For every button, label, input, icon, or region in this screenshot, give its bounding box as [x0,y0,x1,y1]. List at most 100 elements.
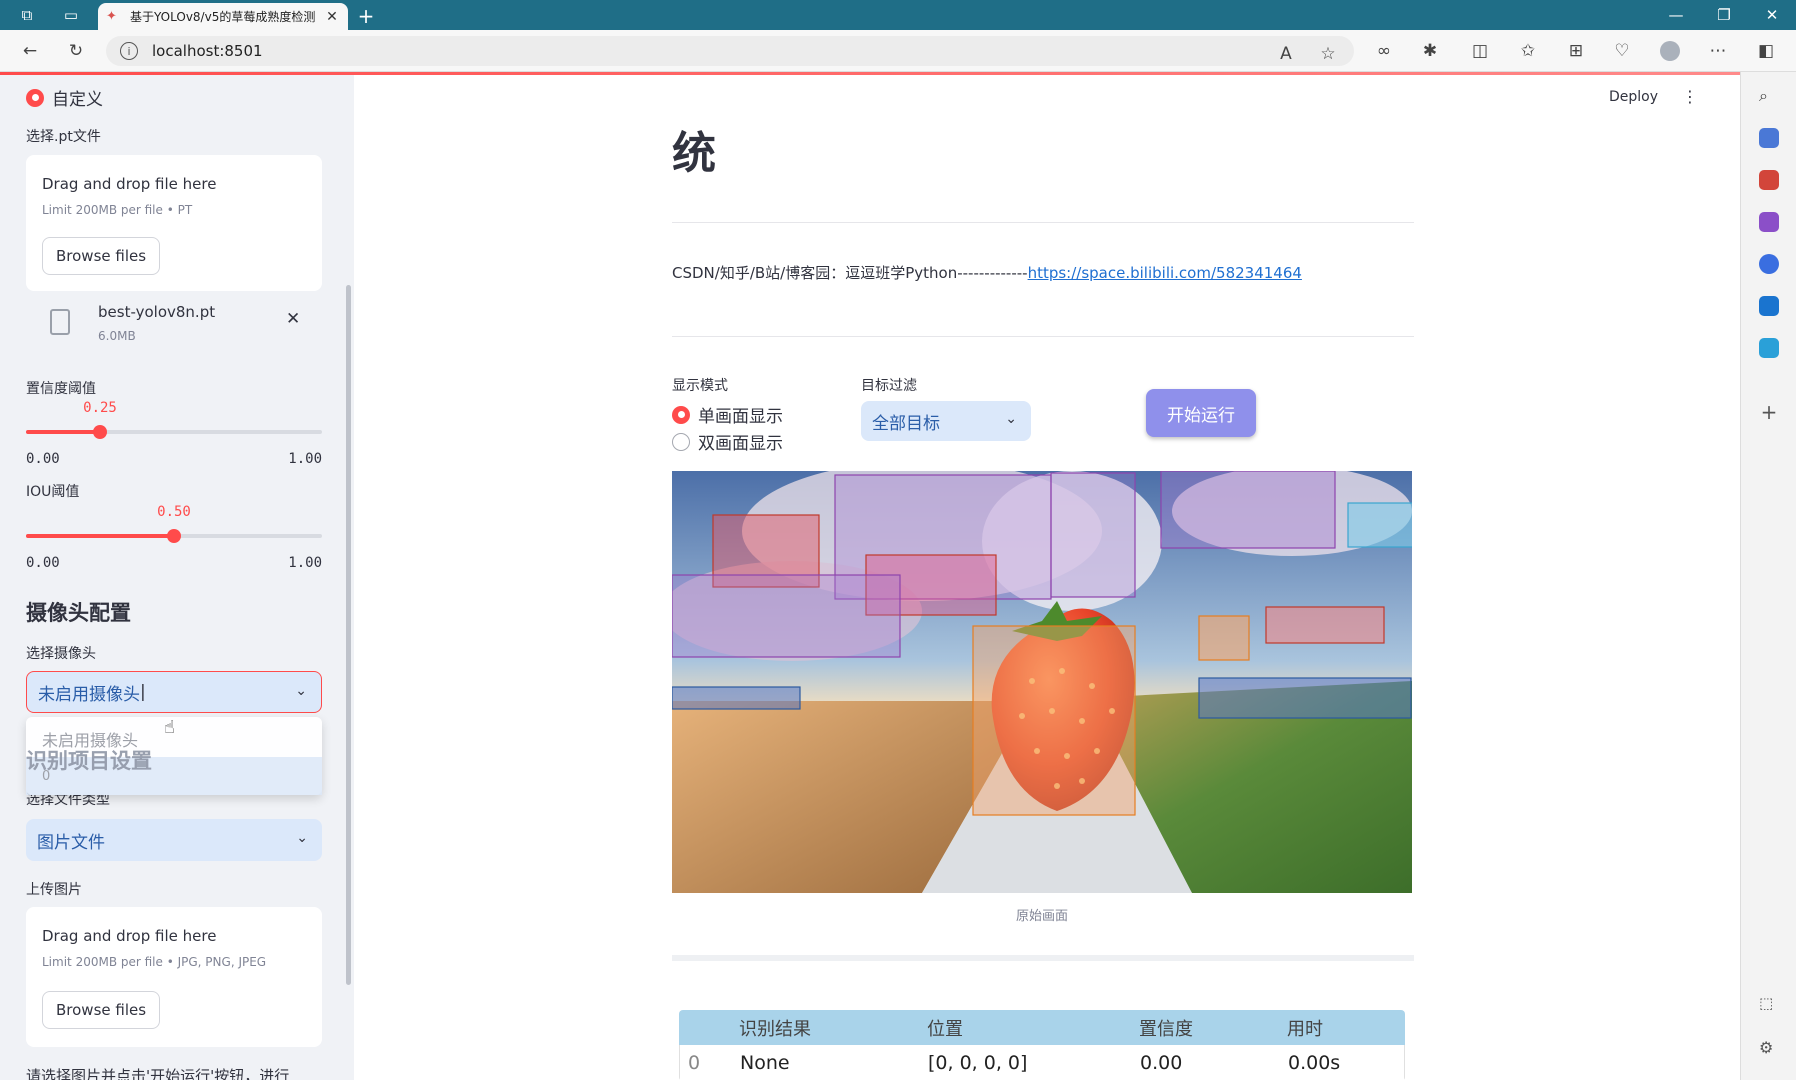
table-header-row: 识别结果 位置 置信度 用时 [679,1010,1405,1045]
search-icon[interactable]: ⌕ [1759,86,1779,106]
bilibili-link[interactable]: https://space.bilibili.com/582341464 [1028,264,1302,282]
display-mode-single-label: 单画面显示 [698,407,783,427]
file-type-select[interactable]: 图片文件 ⌄ [26,819,322,861]
shopping-tag-icon[interactable] [1759,128,1779,148]
credit-line: CSDN/知乎/B站/博客园：逗逗班学Python-------------ht… [672,262,1302,283]
read-aloud-icon[interactable]: A [1274,42,1298,66]
info-icon[interactable]: i [120,42,138,60]
close-tab-icon[interactable]: ✕ [324,9,340,25]
section-divider [672,955,1414,961]
page-title: 统 [672,128,716,179]
back-icon[interactable]: ← [18,39,42,63]
drop-icon[interactable] [1759,338,1779,358]
chevron-down-icon: ⌄ [1005,411,1017,427]
radio-selected-icon [672,405,690,424]
browser-tab[interactable]: ✦ 基于YOLOv8/v5的草莓成熟度检测 ✕ [98,3,348,30]
copilot-icon[interactable]: ∞ [1372,39,1396,63]
header-time[interactable]: 用时 [1277,1015,1405,1041]
slider-fill [26,534,174,538]
app-sidebar: 自定义 选择.pt文件 Drag and drop file here Limi… [0,75,354,1080]
restore-icon[interactable]: ❐ [1712,5,1736,25]
cell-result: None [740,1052,790,1074]
display-mode-label: 显示模式 [672,378,728,394]
iou-slider[interactable]: 0.50 0.00 1.00 [26,499,322,571]
results-table: 识别结果 位置 置信度 用时 0 None [0, 0, 0, 0] 0.00 … [679,1010,1405,1080]
cell-position: [0, 0, 0, 0] [928,1052,1028,1074]
iou-label: IOU阈值 [26,484,80,500]
browser-essentials-icon[interactable]: ♡ [1610,39,1634,63]
pt-drag-text: Drag and drop file here [42,175,217,193]
header-confidence[interactable]: 置信度 [1129,1015,1277,1041]
add-app-icon[interactable]: + [1759,402,1779,422]
file-icon [50,309,70,335]
close-window-icon[interactable]: ✕ [1760,5,1784,25]
microsoft-365-icon[interactable] [1759,254,1779,274]
image-browse-button[interactable]: Browse files [42,991,161,1029]
deploy-button[interactable]: Deploy [1609,89,1658,105]
outlook-icon[interactable] [1759,296,1779,316]
favorites-icon[interactable]: ✩ [1516,39,1540,63]
tab-actions-icon[interactable]: ▭ [60,5,82,25]
pt-browse-button[interactable]: Browse files [42,237,161,275]
more-menu-icon[interactable]: ⋯ [1706,39,1730,63]
display-mode-single[interactable]: 单画面显示 [672,402,783,427]
camera-select[interactable]: 未启用摄像头 | ⌄ [26,671,322,713]
image-drag-text: Drag and drop file here [42,927,217,945]
screenshot-icon[interactable]: ⬚ [1759,994,1779,1014]
slider-value: 0.25 [83,400,117,416]
detection-image [672,471,1412,893]
main-content: Deploy ⋮ 统 CSDN/知乎/B站/博客园：逗逗班学Python----… [354,75,1740,1080]
uploaded-file-size: 6.0MB [98,329,136,343]
image-file-uploader[interactable]: Drag and drop file here Limit 200MB per … [26,907,322,1047]
collections-icon[interactable]: ⊞ [1564,39,1588,63]
tab-title: 基于YOLOv8/v5的草莓成熟度检测 [130,10,316,24]
radio-selected-icon [26,88,44,107]
slider-min: 0.00 [26,555,60,571]
pt-limit-text: Limit 200MB per file • PT [42,203,193,217]
target-filter-select[interactable]: 全部目标 ⌄ [861,401,1031,441]
refresh-icon[interactable]: ↻ [64,39,88,63]
mouse-cursor-icon: ☝ [164,717,175,738]
strawberry-field-image [672,471,1412,893]
model-radio-label: 自定义 [52,90,103,110]
pt-file-uploader[interactable]: Drag and drop file here Limit 200MB per … [26,155,322,291]
chevron-down-icon: ⌄ [295,683,307,699]
confidence-slider[interactable]: 0.25 0.00 1.00 [26,395,322,467]
toolbox-icon[interactable] [1759,170,1779,190]
address-bar[interactable]: i localhost:8501 [106,36,1354,66]
slider-handle[interactable] [93,425,107,439]
sidebar-scrollbar[interactable] [346,285,351,985]
project-section-heading: 识别项目设置 [26,749,152,773]
workspaces-icon[interactable]: ⧉ [16,5,38,25]
browser-tab-bar: ⧉ ▭ ✦ 基于YOLOv8/v5的草莓成熟度检测 ✕ + — ❐ ✕ [0,0,1796,30]
camera-select-label: 选择摄像头 [26,646,96,662]
cell-confidence: 0.00 [1140,1052,1183,1074]
favorite-star-icon[interactable]: ☆ [1316,42,1340,66]
remove-file-icon[interactable]: ✕ [286,309,300,329]
slider-value: 0.50 [157,504,191,520]
start-run-button[interactable]: 开始运行 [1146,389,1256,437]
cell-time: 0.00s [1288,1052,1341,1074]
model-radio-custom[interactable]: 自定义 [26,85,103,110]
new-tab-icon[interactable]: + [354,4,378,28]
header-result[interactable]: 识别结果 [729,1015,917,1041]
slider-handle[interactable] [167,529,181,543]
radio-unselected-icon [672,432,690,451]
minimize-icon[interactable]: — [1664,5,1688,25]
extensions-icon[interactable]: ✱ [1418,39,1442,63]
sidebar-toggle-icon[interactable]: ◧ [1754,39,1778,63]
target-filter-value: 全部目标 [872,413,940,434]
cell-index: 0 [688,1052,701,1074]
settings-gear-icon[interactable]: ⚙ [1759,1038,1779,1058]
camera-dropdown-menu: 未启用摄像头 0 识别项目设置 ☝ [26,717,322,795]
image-limit-text: Limit 200MB per file • JPG, PNG, JPEG [42,955,267,969]
split-screen-icon[interactable]: ◫ [1468,39,1492,63]
pt-file-label: 选择.pt文件 [26,129,101,145]
profile-avatar[interactable] [1658,39,1682,63]
divider [672,336,1414,337]
header-position[interactable]: 位置 [917,1015,1129,1041]
edge-sidebar: ⌕ + ⬚ ⚙ [1740,72,1796,1080]
games-icon[interactable] [1759,212,1779,232]
display-mode-dual[interactable]: 双画面显示 [672,429,783,454]
main-menu-icon[interactable]: ⋮ [1682,87,1698,106]
